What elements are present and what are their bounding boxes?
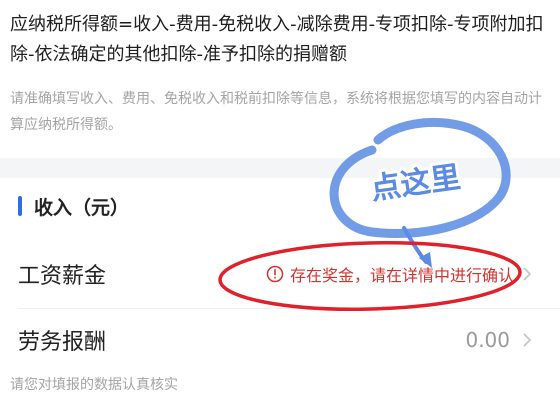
row-label-labor: 劳务报酬	[18, 330, 107, 355]
row-label-wages: 工资薪金	[18, 264, 107, 289]
section-title: 收入（元）	[34, 196, 130, 219]
row-labor-remuneration[interactable]: 劳务报酬 0.00	[18, 312, 532, 368]
labor-amount-value: 0.00	[465, 328, 510, 352]
income-section-header: 收入（元）	[18, 192, 129, 220]
footer-note: 请您对填报的数据认真核实	[10, 377, 178, 393]
hint-text: 请准确填写收入、费用、免税收入和税前扣除等信息，系统将根据您填写的内容自动计算应…	[10, 91, 542, 133]
section-accent-bar	[18, 196, 22, 216]
section-separator	[0, 158, 560, 178]
warning-circle-icon	[266, 265, 284, 283]
bonus-alert-text: 存在奖金，请在详情中进行确认	[289, 266, 514, 285]
chevron-right-icon	[522, 266, 532, 282]
formula-text: 应纳税所得额=收入-费用-免税收入-减除费用-专项扣除-专项附加扣除-依法确定的…	[10, 14, 544, 65]
row-wages-salaries[interactable]: 工资薪金 存在奖金，请在详情中进行确认	[18, 246, 532, 302]
chevron-right-icon	[522, 332, 532, 348]
row-divider	[18, 308, 560, 309]
